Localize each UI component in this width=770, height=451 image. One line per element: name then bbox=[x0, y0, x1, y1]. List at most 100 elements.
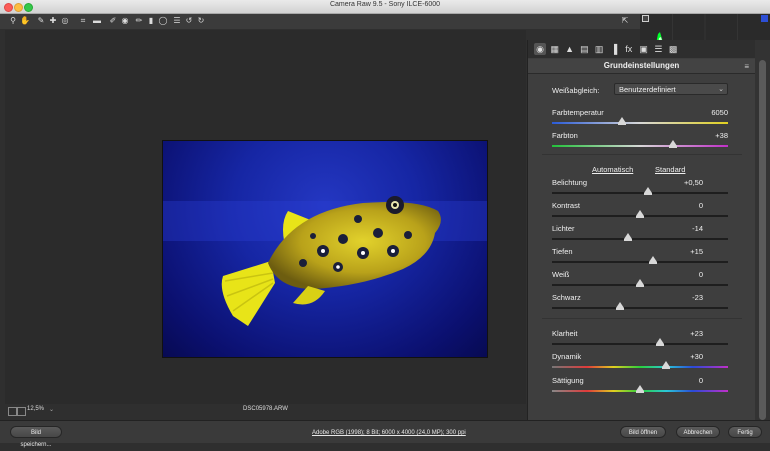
slider-value[interactable]: 6050 bbox=[711, 108, 728, 117]
adjustment-brush-icon[interactable]: ✏ bbox=[134, 16, 144, 26]
detail-tab-icon[interactable]: ▲ bbox=[564, 43, 576, 55]
targeted-adjustment-icon[interactable]: ◎ bbox=[60, 16, 70, 26]
white-balance-icon[interactable]: ✎ bbox=[36, 16, 46, 26]
slider-value[interactable]: +0,50 bbox=[684, 178, 703, 187]
preferences-icon[interactable]: ☰ bbox=[172, 16, 182, 26]
slider-label: Klarheit bbox=[552, 329, 578, 338]
slider-track[interactable] bbox=[552, 122, 728, 124]
slider-track[interactable] bbox=[552, 145, 728, 147]
slider-value[interactable]: 0 bbox=[699, 270, 703, 279]
slider-track[interactable] bbox=[552, 238, 728, 240]
white-balance-select[interactable]: Benutzerdefiniert ⌄ bbox=[614, 83, 728, 95]
slider-value[interactable]: 0 bbox=[699, 201, 703, 210]
rotate-left-icon[interactable]: ↺ bbox=[184, 16, 194, 26]
slider-label: Schwarz bbox=[552, 293, 581, 302]
panel-title: Grundeinstellungen bbox=[528, 59, 755, 74]
default-button[interactable]: Standard bbox=[655, 165, 685, 174]
rotate-right-icon[interactable]: ↻ bbox=[196, 16, 206, 26]
slider-thumb[interactable] bbox=[623, 233, 632, 241]
lens-tab-icon[interactable]: ▐ bbox=[608, 43, 620, 55]
slider-row-saettigung: Sättigung 0 bbox=[552, 376, 728, 396]
slider-label: Dynamik bbox=[552, 352, 582, 361]
graduated-filter-icon[interactable]: ▮ bbox=[146, 16, 156, 26]
slider-thumb[interactable] bbox=[615, 302, 624, 310]
panel-scrollbar[interactable] bbox=[755, 40, 770, 420]
panel-menu-icon[interactable]: ≡ bbox=[744, 62, 749, 71]
slider-row-lichter: Lichter -14 bbox=[552, 224, 728, 244]
slider-thumb[interactable] bbox=[618, 117, 627, 125]
title-bar: Camera Raw 9.5 - Sony ILCE-6000 bbox=[0, 0, 770, 14]
slider-row-farbtemperatur: Farbtemperatur 6050 bbox=[552, 108, 728, 128]
preview-image[interactable] bbox=[162, 140, 488, 358]
slider-thumb[interactable] bbox=[669, 140, 678, 148]
hand-icon[interactable]: ✋ bbox=[20, 16, 30, 26]
workflow-options-link[interactable]: Adobe RGB (1998); 8 Bit; 6000 x 4000 (24… bbox=[312, 430, 466, 436]
scroll-thumb[interactable] bbox=[759, 60, 766, 420]
spot-removal-icon[interactable]: ✐ bbox=[108, 16, 118, 26]
slider-thumb[interactable] bbox=[636, 385, 644, 393]
bottom-bar: Bild speichern... Adobe RGB (1998); 8 Bi… bbox=[0, 420, 770, 448]
slider-value[interactable]: -14 bbox=[692, 224, 703, 233]
slider-label: Farbtemperatur bbox=[552, 108, 604, 117]
slider-value[interactable]: 0 bbox=[699, 376, 703, 385]
tone-curve-tab-icon[interactable]: ▦ bbox=[549, 43, 561, 55]
panel-tabs: ◉ ▦ ▲ ▤ ▥ ▐ fx ▣ ☰ ▩ bbox=[528, 40, 755, 58]
fullscreen-toggle-icon[interactable]: ⇱ bbox=[620, 16, 630, 26]
white-balance-label: Weißabgleich: bbox=[552, 86, 600, 95]
effects-tab-icon[interactable]: fx bbox=[623, 43, 635, 55]
crop-icon[interactable]: ⌗ bbox=[78, 16, 88, 26]
color-sampler-icon[interactable]: ✚ bbox=[48, 16, 58, 26]
slider-thumb[interactable] bbox=[636, 210, 644, 218]
filename-label: DSC05978.ARW bbox=[243, 406, 288, 412]
slider-value[interactable]: +38 bbox=[715, 131, 728, 140]
preview-canvas[interactable] bbox=[5, 30, 526, 404]
separator bbox=[542, 154, 742, 155]
slider-thumb[interactable] bbox=[636, 279, 644, 287]
slider-row-tiefen: Tiefen +15 bbox=[552, 247, 728, 267]
slider-value[interactable]: +15 bbox=[690, 247, 703, 256]
slider-value[interactable]: -23 bbox=[692, 293, 703, 302]
cancel-button[interactable]: Abbrechen bbox=[676, 426, 720, 438]
slider-thumb[interactable] bbox=[643, 187, 652, 195]
split-toning-tab-icon[interactable]: ▥ bbox=[593, 43, 605, 55]
slider-track[interactable] bbox=[552, 307, 728, 309]
save-image-button[interactable]: Bild speichern... bbox=[10, 426, 62, 448]
presets-tab-icon[interactable]: ☰ bbox=[652, 43, 664, 55]
zoom-icon[interactable]: ⚲ bbox=[8, 16, 18, 26]
open-image-button[interactable]: Bild öffnen bbox=[620, 426, 666, 438]
slider-value[interactable]: +23 bbox=[690, 329, 703, 338]
slider-track[interactable] bbox=[552, 366, 728, 368]
slider-row-dynamik: Dynamik +30 bbox=[552, 352, 728, 372]
boxfish-photo bbox=[163, 196, 487, 326]
separator bbox=[542, 318, 742, 319]
slider-track[interactable] bbox=[552, 192, 728, 194]
slider-row-belichtung: Belichtung +0,50 bbox=[552, 178, 728, 198]
red-eye-icon[interactable]: ◉ bbox=[120, 16, 130, 26]
slider-row-klarheit: Klarheit +23 bbox=[552, 329, 728, 349]
window-title: Camera Raw 9.5 - Sony ILCE-6000 bbox=[329, 1, 441, 8]
adjustments-panel: ◉ ▦ ▲ ▤ ▥ ▐ fx ▣ ☰ ▩ Grundeinstellungen ≡ Weißabg… bbox=[527, 40, 755, 420]
straighten-icon[interactable]: ▬ bbox=[92, 16, 102, 26]
slider-label: Farbton bbox=[552, 131, 578, 140]
slider-label: Tiefen bbox=[552, 247, 573, 256]
camera-calibration-tab-icon[interactable]: ▣ bbox=[638, 43, 650, 55]
slider-track[interactable] bbox=[552, 343, 728, 345]
slider-label: Sättigung bbox=[552, 376, 584, 385]
slider-track[interactable] bbox=[552, 261, 728, 263]
hsl-tab-icon[interactable]: ▤ bbox=[578, 43, 590, 55]
slider-label: Weiß bbox=[552, 270, 570, 279]
slider-row-kontrast: Kontrast 0 bbox=[552, 201, 728, 221]
snapshots-tab-icon[interactable]: ▩ bbox=[667, 43, 679, 55]
slider-value[interactable]: +30 bbox=[690, 352, 703, 361]
auto-button[interactable]: Automatisch bbox=[592, 165, 633, 174]
slider-thumb[interactable] bbox=[656, 338, 665, 346]
slider-row-schwarz: Schwarz -23 bbox=[552, 293, 728, 313]
slider-row-farbton: Farbton +38 bbox=[552, 131, 728, 151]
radial-filter-icon[interactable]: ◯ bbox=[158, 16, 168, 26]
slider-label: Kontrast bbox=[552, 201, 580, 210]
chevron-down-icon: ⌄ bbox=[718, 86, 724, 93]
slider-thumb[interactable] bbox=[649, 256, 658, 264]
done-button[interactable]: Fertig bbox=[728, 426, 762, 438]
basic-tab-icon[interactable]: ◉ bbox=[534, 43, 546, 55]
slider-thumb[interactable] bbox=[662, 361, 671, 369]
